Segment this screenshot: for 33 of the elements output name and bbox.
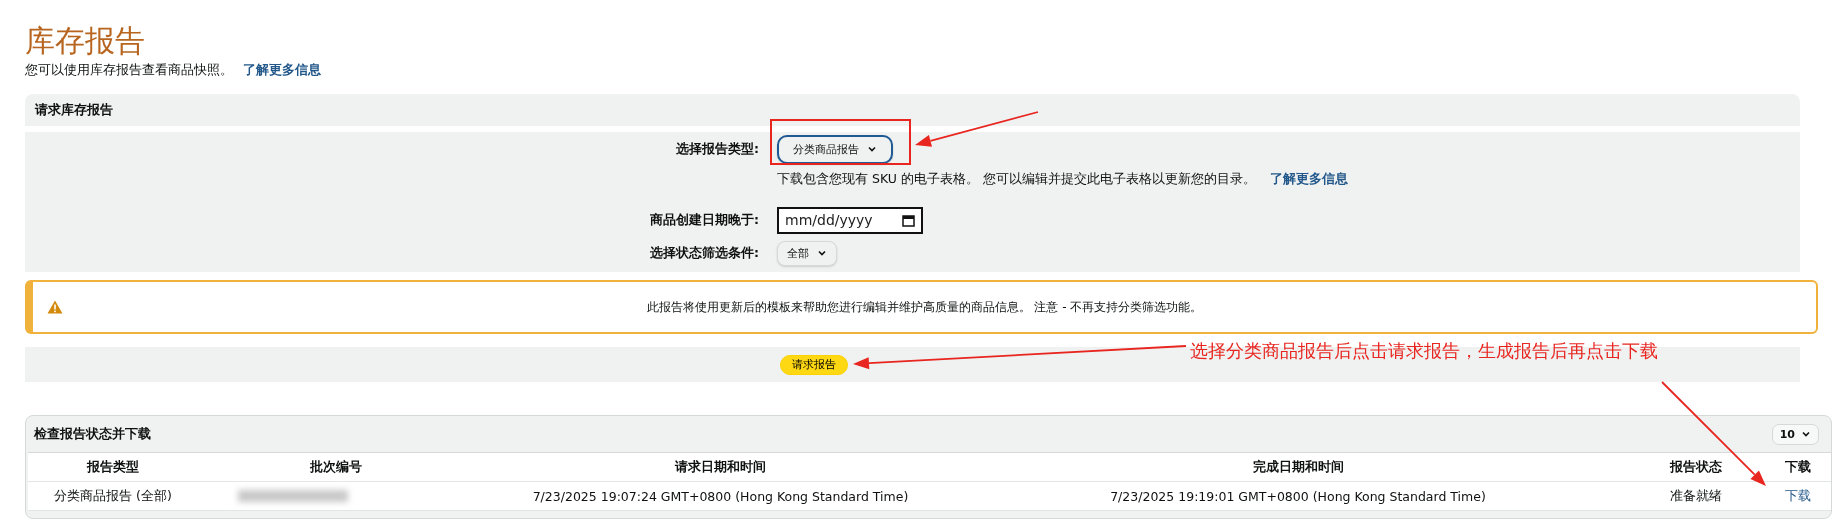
date-field[interactable]: mm/dd/yyyy bbox=[777, 206, 923, 234]
annotation-note: 选择分类商品报告后点击请求报告，生成报告后再点击下载 bbox=[1190, 340, 1658, 363]
column-header: 报告状态 bbox=[1668, 458, 1723, 476]
page-title: 库存报告 bbox=[25, 22, 146, 60]
learn-more-link[interactable]: 了解更多信息 bbox=[1269, 170, 1348, 188]
warning-icon bbox=[47, 300, 63, 314]
chevron-down-icon bbox=[1801, 429, 1811, 439]
table-cell-text: 7/23/2025 19:07:24 GMT+0800 (Hong Kong Standard Time) bbox=[531, 488, 910, 504]
section-title: 检查报告状态并下载 bbox=[34, 425, 151, 443]
column-header: 请求日期和时间 bbox=[673, 458, 767, 476]
status-filter-dropdown[interactable]: 全部 bbox=[777, 240, 837, 266]
column-header: 下载 bbox=[1784, 458, 1812, 476]
page-subtitle: 您可以使用库存报告查看商品快照。 bbox=[25, 62, 233, 79]
chevron-down-icon bbox=[817, 248, 827, 258]
field-label: 商品创建日期晚于: bbox=[649, 211, 759, 229]
table-cell-text: 分类商品报告 (全部) bbox=[53, 487, 173, 505]
field-label: 选择报告类型: bbox=[675, 140, 759, 158]
page-size-dropdown[interactable]: 10 bbox=[1771, 423, 1819, 445]
column-header: 批次编号 bbox=[308, 458, 363, 476]
learn-more-link[interactable]: 了解更多信息 bbox=[243, 62, 321, 79]
warning-message: 此报告将使用更新后的模板来帮助您进行编辑并维护高质量的商品信息。 注意 - 不再支持分类筛选功能。 bbox=[645, 298, 1204, 316]
calendar-icon[interactable] bbox=[902, 213, 915, 227]
column-header: 报告类型 bbox=[85, 458, 140, 476]
column-header: 完成日期和时间 bbox=[1251, 458, 1345, 476]
request-report-button[interactable]: 请求报告 bbox=[780, 354, 848, 375]
report-description: 下载包含您现有 SKU 的电子表格。 您可以编辑并提交此电子表格以更新您的目录。 bbox=[777, 170, 1256, 188]
chevron-down-icon bbox=[867, 144, 877, 154]
section-title: 请求库存报告 bbox=[35, 101, 113, 119]
table-cell-text: 7/23/2025 19:19:01 GMT+0800 (Hong Kong Standard Time) bbox=[1109, 488, 1487, 504]
field-label: 选择状态筛选条件: bbox=[649, 244, 759, 262]
table-cell-text: 准备就绪 bbox=[1668, 487, 1723, 505]
report-type-dropdown[interactable]: 分类商品报告 bbox=[777, 134, 893, 164]
download-link[interactable]: 下载 bbox=[1785, 487, 1811, 503]
